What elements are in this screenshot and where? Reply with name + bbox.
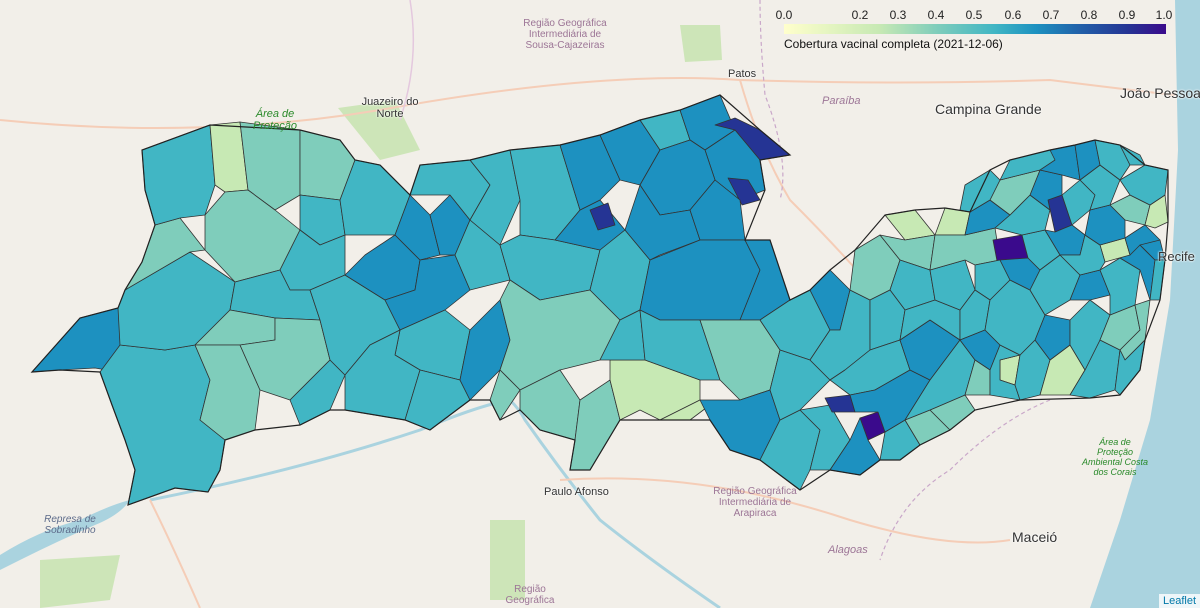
label-represa-sobradinho: Represa de Sobradinho — [44, 514, 96, 536]
legend-tick: 0.2 — [851, 8, 869, 22]
label-joao-pessoa: João Pessoa — [1120, 85, 1200, 101]
municipality — [141, 124, 216, 226]
label-patos: Patos — [728, 68, 757, 80]
legend-tick: 0.3 — [889, 8, 907, 22]
municipality — [569, 379, 621, 471]
label-regiao-sousa: Região Geográfica Intermediária de Sousa… — [523, 18, 607, 51]
leaflet-attribution-link[interactable]: Leaflet — [1158, 594, 1200, 608]
legend-tick: 0.0 — [775, 8, 793, 22]
legend-color-bar — [784, 24, 1166, 34]
label-campina-grande: Campina Grande — [935, 101, 1042, 117]
label-alagoas: Alagoas — [828, 544, 868, 556]
municipality — [934, 207, 971, 236]
legend-tick: 0.7 — [1042, 8, 1060, 22]
label-apa-costa-dos-corais: Área de Proteção Ambiental Costa dos Cor… — [1081, 437, 1149, 477]
legend-tick: 0.4 — [927, 8, 945, 22]
label-regiao-geografica: Região Geográfica — [505, 584, 555, 606]
legend-tick: 1.0 — [1155, 8, 1173, 22]
label-paraiba: Paraíba — [822, 95, 861, 107]
label-regiao-arapiraca: Região Geográfica Intermediária de Arapi… — [713, 486, 797, 519]
legend-tick: 0.5 — [965, 8, 983, 22]
reserve-area — [40, 555, 120, 608]
reserve-area — [680, 25, 722, 62]
map-view[interactable]: João Pessoa Campina Grande Patos Juazeir… — [0, 0, 1200, 608]
legend-tick: 0.9 — [1118, 8, 1136, 22]
municipality — [884, 209, 936, 241]
legend-caption: Cobertura vacinal completa (2021-12-06) — [784, 37, 1003, 51]
label-juazeiro-do-norte: Juazeiro do Norte — [361, 96, 419, 121]
label-apa-araripe: Área de Proteção — [252, 108, 298, 133]
pernambuco-municipalities — [31, 94, 1169, 506]
label-maceio: Maceió — [1012, 529, 1058, 545]
map-canvas[interactable] — [0, 0, 1200, 608]
road — [149, 499, 201, 608]
legend-tick: 0.6 — [1004, 8, 1022, 22]
label-paulo-afonso: Paulo Afonso — [544, 486, 609, 498]
legend-tick: 0.8 — [1080, 8, 1098, 22]
label-recife: Recife — [1158, 249, 1195, 264]
colorbar-legend: 0.0 0.2 0.3 0.4 0.5 0.6 0.7 0.8 0.9 1.0 — [774, 4, 1173, 51]
